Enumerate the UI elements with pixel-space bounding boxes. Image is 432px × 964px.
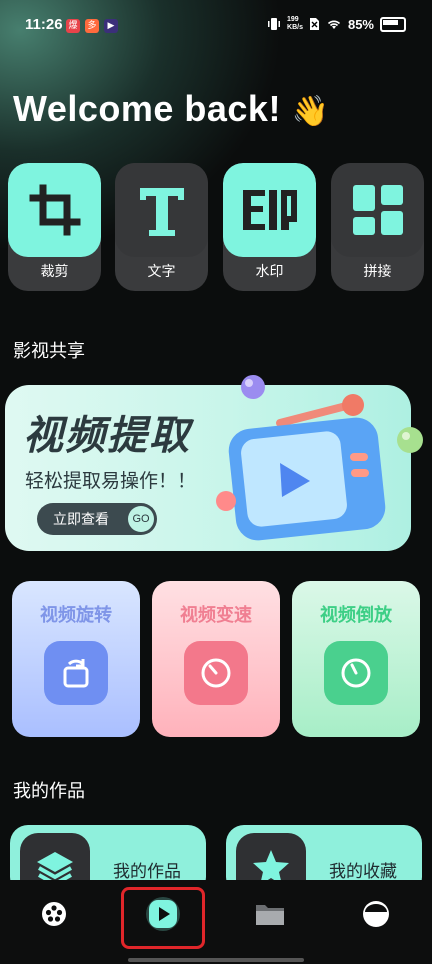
decor-bubble-icon — [241, 375, 265, 399]
nav-profile[interactable] — [346, 892, 406, 936]
section-title-works: 我的作品 — [13, 781, 85, 802]
watermark-tile — [223, 163, 316, 257]
tool-label: 拼接 — [363, 264, 392, 280]
view-now-label: 立即查看 — [53, 512, 109, 528]
nav-folder[interactable] — [240, 892, 300, 936]
welcome-heading: Welcome back! 👋 — [13, 88, 330, 129]
wifi-icon — [327, 20, 341, 29]
text-tile — [115, 163, 208, 257]
profile-icon — [363, 901, 389, 927]
feature-video-rotate[interactable]: 视频旋转 — [12, 581, 140, 737]
nav-film-reel[interactable] — [24, 892, 84, 936]
tool-crop[interactable]: 裁剪 — [8, 163, 101, 291]
decor-bubble-icon — [397, 427, 423, 453]
crop-icon — [29, 184, 80, 236]
battery-percent: 85% — [347, 16, 374, 32]
active-tab-highlight — [121, 887, 205, 949]
vibrate-icon — [268, 18, 281, 30]
reverse-gauge-icon — [341, 658, 371, 688]
speed-gauge-icon — [201, 658, 231, 688]
feature-video-reverse[interactable]: 视频倒放 — [292, 581, 420, 737]
film-reel-icon — [42, 902, 66, 926]
network-speed: 199 KB/s — [287, 16, 303, 31]
notification-app-icon: 爆 — [66, 19, 80, 33]
notification-app-icon: 多 — [85, 19, 99, 33]
tool-label: 文字 — [147, 264, 176, 280]
sim-off-icon — [309, 18, 319, 30]
go-badge: GO — [128, 506, 154, 532]
reverse-icon-box — [324, 641, 388, 705]
status-right: 199 KB/s 85% — [267, 16, 406, 32]
video-extract-banner[interactable]: 视频提取 轻松提取易操作！！ 立即查看 GO — [5, 385, 411, 551]
collage-tile — [331, 163, 424, 257]
notification-app-icon: ▶ — [104, 19, 118, 33]
tool-collage[interactable]: 拼接 — [331, 163, 424, 291]
folder-icon — [256, 905, 284, 925]
watermark-icon — [242, 190, 297, 230]
banner-subtitle: 轻松提取易操作！！ — [25, 470, 197, 492]
feature-label: 视频旋转 — [40, 605, 112, 626]
collage-icon — [352, 185, 403, 235]
status-time: 11:26 — [25, 16, 63, 33]
feature-label: 视频倒放 — [320, 605, 392, 626]
status-bar: 11:26 爆 多 ▶ 199 KB/s 85% — [0, 0, 432, 50]
crop-tile — [8, 163, 101, 257]
rotate-icon — [63, 659, 89, 688]
waving-hand-icon: 👋 — [291, 95, 330, 128]
tool-label: 裁剪 — [40, 264, 69, 280]
tool-watermark[interactable]: 水印 — [223, 163, 316, 291]
speed-icon-box — [184, 641, 248, 705]
text-icon — [139, 188, 184, 236]
tool-text[interactable]: 文字 — [115, 163, 208, 291]
section-title-share: 影视共享 — [13, 341, 85, 362]
tool-label: 水印 — [255, 264, 284, 280]
feature-label: 视频变速 — [180, 605, 252, 626]
banner-title: 视频提取 — [23, 413, 191, 459]
my-works-label: 我的作品 — [113, 862, 181, 882]
rotate-icon-box — [44, 641, 108, 705]
my-favorites-label: 我的收藏 — [329, 862, 397, 882]
feature-video-speed[interactable]: 视频变速 — [152, 581, 280, 737]
tv-play-illustration — [216, 394, 386, 541]
home-indicator[interactable] — [128, 958, 304, 962]
bottom-nav — [0, 880, 432, 964]
view-now-button[interactable]: 立即查看 GO — [37, 503, 157, 535]
battery-icon — [380, 16, 406, 32]
